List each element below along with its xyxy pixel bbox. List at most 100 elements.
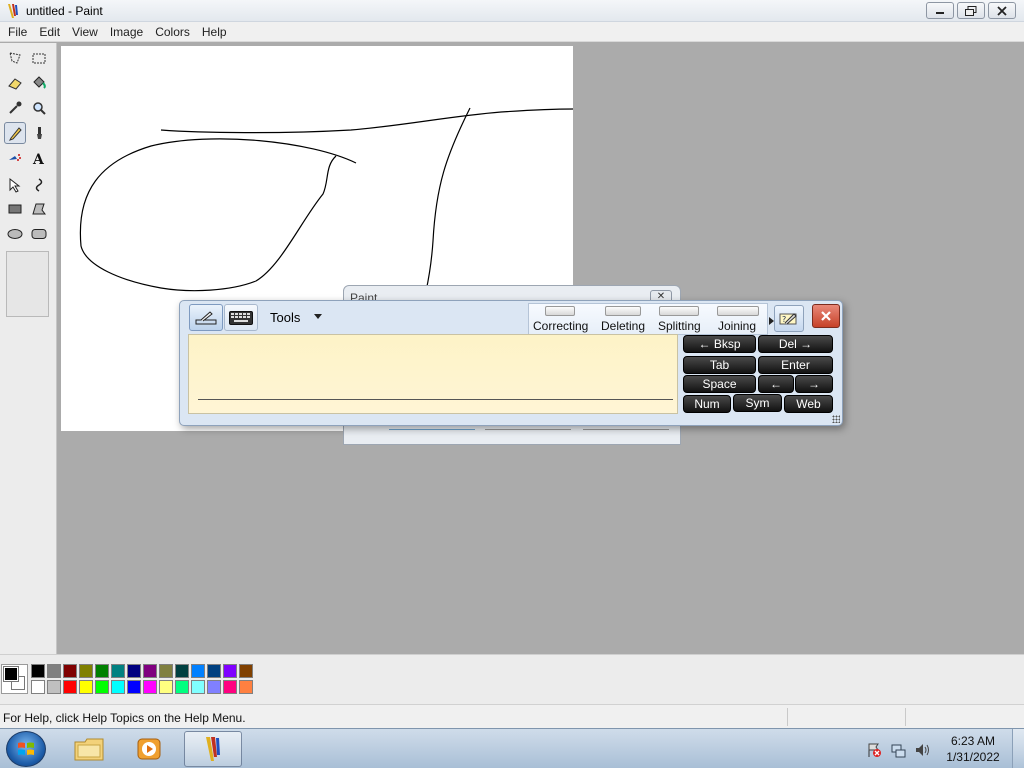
tools-menu-button[interactable]: Tools bbox=[270, 310, 300, 325]
color-swatch[interactable] bbox=[63, 664, 77, 678]
tab-key[interactable]: Tab bbox=[683, 356, 756, 374]
taskbar-paint[interactable] bbox=[184, 731, 242, 767]
line-tool[interactable] bbox=[4, 174, 26, 196]
right-arrow-key[interactable]: → bbox=[795, 375, 833, 393]
color-swatch[interactable] bbox=[31, 680, 45, 694]
dialog-button-2[interactable] bbox=[485, 426, 571, 430]
ellipse-tool[interactable] bbox=[4, 223, 26, 245]
touch-keyboard-button[interactable] bbox=[224, 304, 258, 331]
splitting-gesture-icon bbox=[659, 306, 699, 316]
color-swatch[interactable] bbox=[223, 664, 237, 678]
color-swatch[interactable] bbox=[127, 680, 141, 694]
color-swatch[interactable] bbox=[95, 680, 109, 694]
color-swatch[interactable] bbox=[79, 680, 93, 694]
rectangle-tool[interactable] bbox=[4, 198, 26, 220]
airbrush-tool[interactable] bbox=[4, 147, 26, 169]
color-swatch[interactable] bbox=[143, 680, 157, 694]
brush-tool[interactable] bbox=[28, 122, 50, 144]
color-swatch[interactable] bbox=[223, 680, 237, 694]
color-swatch[interactable] bbox=[239, 680, 253, 694]
tools-dropdown-arrow-icon[interactable] bbox=[314, 314, 322, 319]
show-desktop-button[interactable] bbox=[1012, 729, 1024, 768]
color-swatch[interactable] bbox=[159, 664, 173, 678]
color-swatch[interactable] bbox=[143, 664, 157, 678]
fill-tool[interactable] bbox=[28, 72, 50, 94]
num-key[interactable]: Num bbox=[683, 395, 731, 413]
enter-key[interactable]: Enter bbox=[758, 356, 833, 374]
color-swatch[interactable] bbox=[207, 680, 221, 694]
color-swatch[interactable] bbox=[95, 664, 109, 678]
menu-colors[interactable]: Colors bbox=[149, 22, 196, 41]
writing-pad-button[interactable] bbox=[189, 304, 223, 331]
text-tool[interactable]: A bbox=[28, 147, 50, 169]
polygon-tool[interactable] bbox=[28, 198, 50, 220]
current-colors-box[interactable] bbox=[1, 664, 28, 694]
writing-baseline bbox=[198, 399, 673, 400]
gesture-deleting[interactable]: Deleting bbox=[601, 319, 645, 333]
volume-icon[interactable] bbox=[914, 742, 930, 758]
clock-date[interactable]: 1/31/2022 bbox=[943, 750, 1003, 764]
taskbar-media-player[interactable] bbox=[120, 731, 178, 767]
input-panel-close-button[interactable] bbox=[812, 304, 840, 328]
rectangle-select-tool[interactable] bbox=[28, 47, 50, 69]
close-icon bbox=[997, 5, 1007, 16]
free-form-select-tool[interactable] bbox=[4, 47, 26, 69]
sym-key[interactable]: Sym bbox=[733, 394, 782, 412]
dialog-button-3[interactable] bbox=[583, 426, 669, 430]
color-swatch[interactable] bbox=[239, 664, 253, 678]
rectangle-icon bbox=[8, 204, 22, 214]
web-key[interactable]: Web bbox=[784, 395, 833, 413]
eraser-tool[interactable] bbox=[4, 72, 26, 94]
color-swatch[interactable] bbox=[31, 664, 45, 678]
color-swatch[interactable] bbox=[47, 680, 61, 694]
color-swatch[interactable] bbox=[63, 680, 77, 694]
network-icon[interactable] bbox=[890, 742, 906, 758]
color-swatch[interactable] bbox=[175, 680, 189, 694]
title-bar[interactable]: untitled - Paint bbox=[0, 0, 1024, 22]
dialog-button-1[interactable] bbox=[389, 426, 475, 430]
color-swatch[interactable] bbox=[79, 664, 93, 678]
clock-time[interactable]: 6:23 AM bbox=[948, 734, 998, 748]
delete-key[interactable]: Del → bbox=[758, 335, 833, 353]
backspace-key[interactable]: ← Bksp bbox=[683, 335, 756, 353]
taskbar-explorer[interactable] bbox=[60, 731, 118, 767]
color-picker-tool[interactable] bbox=[4, 97, 26, 119]
system-tray bbox=[862, 735, 942, 763]
gesture-joining[interactable]: Joining bbox=[718, 319, 756, 333]
menu-help[interactable]: Help bbox=[196, 22, 233, 41]
restore-button[interactable] bbox=[957, 2, 985, 19]
color-swatch[interactable] bbox=[207, 664, 221, 678]
start-button[interactable] bbox=[6, 731, 46, 767]
menu-image[interactable]: Image bbox=[104, 22, 149, 41]
color-swatch[interactable] bbox=[111, 664, 125, 678]
minimize-icon bbox=[936, 11, 944, 14]
color-swatch[interactable] bbox=[175, 664, 189, 678]
color-swatch[interactable] bbox=[111, 680, 125, 694]
left-arrow-key[interactable]: ← bbox=[758, 375, 794, 393]
color-swatch[interactable] bbox=[47, 664, 61, 678]
menu-view[interactable]: View bbox=[66, 22, 104, 41]
color-swatch[interactable] bbox=[191, 664, 205, 678]
color-swatch[interactable] bbox=[127, 664, 141, 678]
gesture-splitting[interactable]: Splitting bbox=[658, 319, 701, 333]
handwriting-pad[interactable] bbox=[188, 334, 678, 414]
menu-file[interactable]: File bbox=[2, 22, 33, 41]
input-panel-help-button[interactable]: ? bbox=[774, 305, 804, 332]
pencil-tool[interactable] bbox=[4, 122, 26, 144]
foreground-color-swatch[interactable] bbox=[3, 666, 19, 682]
color-swatch[interactable] bbox=[191, 680, 205, 694]
action-center-flag-icon[interactable] bbox=[866, 742, 882, 758]
paint-app-icon[interactable] bbox=[5, 3, 21, 19]
gesture-correcting[interactable]: Correcting bbox=[533, 319, 588, 333]
magnifier-tool[interactable] bbox=[28, 97, 50, 119]
curve-tool[interactable] bbox=[28, 174, 50, 196]
space-key[interactable]: Space bbox=[683, 375, 756, 393]
resize-grip[interactable] bbox=[832, 415, 840, 423]
minimize-button[interactable] bbox=[926, 2, 954, 19]
menu-edit[interactable]: Edit bbox=[33, 22, 66, 41]
correcting-gesture-icon bbox=[545, 306, 575, 316]
close-button[interactable] bbox=[988, 2, 1016, 19]
color-swatch[interactable] bbox=[159, 680, 173, 694]
tool-options-box[interactable] bbox=[6, 251, 49, 317]
rounded-rectangle-tool[interactable] bbox=[28, 223, 50, 245]
